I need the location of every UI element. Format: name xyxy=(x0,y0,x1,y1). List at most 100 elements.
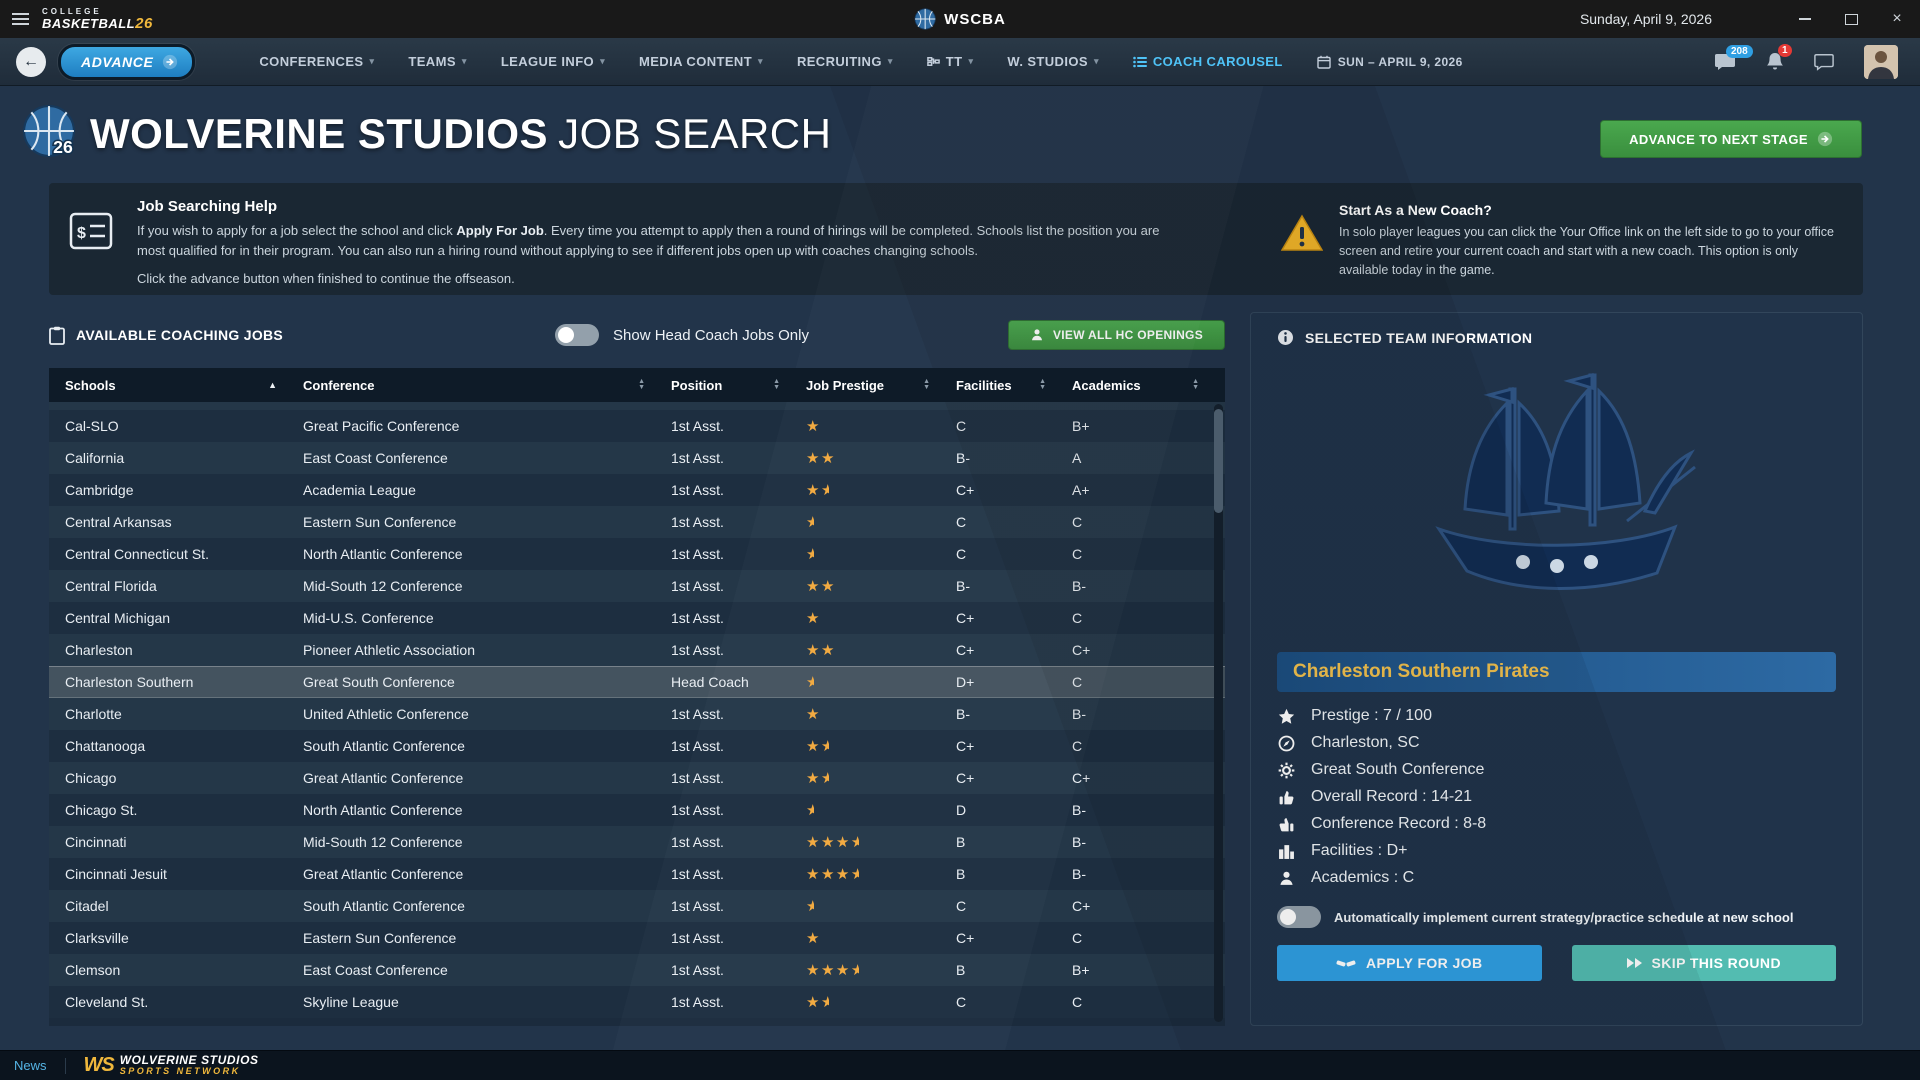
table-row[interactable]: Chicago St.North Atlantic Conference1st … xyxy=(49,794,1225,826)
table-row[interactable]: CincinnatiMid-South 12 Conference1st Ass… xyxy=(49,826,1225,858)
table-row[interactable]: CambridgeAcademia League1st Asst.★★C+A+ xyxy=(49,474,1225,506)
chat-button[interactable] xyxy=(1814,53,1834,71)
nav-teams[interactable]: TEAMS▾ xyxy=(408,54,466,69)
cell-academics: C xyxy=(1056,546,1225,562)
table-row[interactable]: ChicagoGreat Atlantic Conference1st Asst… xyxy=(49,762,1225,794)
column-header-conference[interactable]: Conference▲▼ xyxy=(287,368,655,402)
cell-position: 1st Asst. xyxy=(655,802,790,818)
nav-coach-carousel[interactable]: COACH CAROUSEL xyxy=(1133,54,1283,69)
table-row[interactable]: CharlotteUnited Athletic Conference1st A… xyxy=(49,698,1225,730)
table-row[interactable]: Central FloridaMid-South 12 Conference1s… xyxy=(49,570,1225,602)
info-icon xyxy=(1277,329,1294,346)
cell-prestige: ★★ xyxy=(790,577,940,595)
stat-academics: Academics : C xyxy=(1277,869,1836,887)
nav-media-content[interactable]: MEDIA CONTENT▾ xyxy=(639,54,763,69)
star-icon: ★ xyxy=(821,578,836,595)
cell-conference: North Atlantic Conference xyxy=(287,546,655,562)
table-row[interactable]: Cal Santa BarbaraGreat Pacific Conferenc… xyxy=(49,402,1225,410)
help-panel: $ Job Searching Help If you wish to appl… xyxy=(49,183,1863,295)
close-button[interactable]: × xyxy=(1874,0,1920,38)
cell-academics: B+ xyxy=(1056,418,1225,434)
pirate-ship-icon xyxy=(1407,360,1707,632)
team-section-title: SELECTED TEAM INFORMATION xyxy=(1277,329,1836,346)
star-icon: ★ xyxy=(821,450,836,467)
cell-academics: C+ xyxy=(1056,642,1225,658)
cell-facilities: B xyxy=(940,866,1056,882)
cell-school: Central Michigan xyxy=(49,610,287,626)
table-row[interactable]: CitadelSouth Atlantic Conference1st Asst… xyxy=(49,890,1225,922)
building-icon xyxy=(1277,843,1296,860)
messages-badge: 208 xyxy=(1726,45,1753,58)
nav-league-info[interactable]: LEAGUE INFO▾ xyxy=(501,54,605,69)
notifications-button[interactable]: 1 xyxy=(1766,52,1784,72)
news-link[interactable]: News xyxy=(14,1058,47,1073)
compass-icon xyxy=(1277,735,1296,752)
advance-button[interactable]: ADVANCE xyxy=(58,44,195,80)
jobs-table: Schools▲ Conference▲▼ Position▲▼ Job Pre… xyxy=(49,368,1225,1026)
table-scrollbar-thumb[interactable] xyxy=(1214,409,1223,513)
cell-conference: Great Pacific Conference xyxy=(287,418,655,434)
table-row[interactable]: Central MichiganMid-U.S. Conference1st A… xyxy=(49,602,1225,634)
chevron-down-icon: ▾ xyxy=(968,56,973,67)
star-icon: ★ xyxy=(806,930,821,947)
messages-button[interactable]: 208 xyxy=(1714,53,1736,71)
table-row[interactable]: Cincinnati JesuitGreat Atlantic Conferen… xyxy=(49,858,1225,890)
cell-conference: Mid-South 12 Conference xyxy=(287,578,655,594)
column-header-schools[interactable]: Schools▲ xyxy=(49,368,287,402)
table-row[interactable]: ClemsonEast Coast Conference1st Asst.★★★… xyxy=(49,954,1225,986)
table-row[interactable]: CharlestonPioneer Athletic Association1s… xyxy=(49,634,1225,666)
apply-for-job-button[interactable]: APPLY FOR JOB xyxy=(1277,945,1542,981)
cell-school: Charleston xyxy=(49,642,287,658)
table-row[interactable]: Charleston SouthernGreat South Conferenc… xyxy=(49,666,1225,698)
table-row[interactable]: CaliforniaEast Coast Conference1st Asst.… xyxy=(49,442,1225,474)
table-row[interactable]: Central Connecticut St.North Atlantic Co… xyxy=(49,538,1225,570)
nav-tt[interactable]: TT▾ xyxy=(927,54,974,69)
hamburger-menu-icon[interactable] xyxy=(0,13,40,25)
cell-conference: Pioneer Athletic Association xyxy=(287,642,655,658)
star-icon: ★ xyxy=(806,642,821,659)
star-icon: ★ xyxy=(821,962,836,979)
head-coach-only-toggle[interactable] xyxy=(555,324,599,346)
column-header-job-prestige[interactable]: Job Prestige▲▼ xyxy=(790,368,940,402)
game-logo-year: 26 xyxy=(135,15,153,32)
star-icon: ★ xyxy=(821,642,836,659)
column-header-academics[interactable]: Academics▲▼ xyxy=(1056,368,1225,402)
cell-conference: North Atlantic Conference xyxy=(287,802,655,818)
minimize-button[interactable] xyxy=(1782,0,1828,38)
maximize-button[interactable] xyxy=(1828,0,1874,38)
view-all-hc-openings-button[interactable]: VIEW ALL HC OPENINGS xyxy=(1008,320,1225,350)
table-row[interactable]: ClarksvilleEastern Sun Conference1st Ass… xyxy=(49,922,1225,954)
cell-school: Central Connecticut St. xyxy=(49,546,287,562)
table-scrollbar[interactable] xyxy=(1214,404,1223,1022)
auto-strategy-toggle[interactable] xyxy=(1277,906,1321,928)
back-button[interactable]: ← xyxy=(16,47,46,77)
cell-prestige: ★★★★ xyxy=(790,961,940,979)
column-header-facilities[interactable]: Facilities▲▼ xyxy=(940,368,1056,402)
cell-position: 1st Asst. xyxy=(655,706,790,722)
table-row[interactable]: Cal-SLOGreat Pacific Conference1st Asst.… xyxy=(49,410,1225,442)
advance-to-next-stage-button[interactable]: ADVANCE TO NEXT STAGE xyxy=(1600,120,1862,158)
fast-forward-icon xyxy=(1627,958,1642,968)
app-brand: WSCBA xyxy=(914,8,1006,30)
stat-location: Charleston, SC xyxy=(1277,734,1836,752)
nav-w-studios[interactable]: W. STUDIOS▾ xyxy=(1007,54,1098,69)
nav-recruiting[interactable]: RECRUITING▾ xyxy=(797,54,893,69)
footer: News WS WOLVERINE STUDIOS SPORTS NETWORK xyxy=(0,1050,1920,1080)
skip-this-round-button[interactable]: SKIP THIS ROUND xyxy=(1572,945,1837,981)
avatar[interactable] xyxy=(1864,45,1898,79)
help-title: Job Searching Help xyxy=(137,198,1183,215)
nav-conferences[interactable]: CONFERENCES▾ xyxy=(259,54,374,69)
cell-academics: B- xyxy=(1056,802,1225,818)
table-row[interactable]: ChattanoogaSouth Atlantic Conference1st … xyxy=(49,730,1225,762)
table-row[interactable]: Central ArkansasEastern Sun Conference1s… xyxy=(49,506,1225,538)
selected-team-panel: SELECTED TEAM INFORMATION xyxy=(1250,312,1863,1026)
nav-date[interactable]: SUN – APRIL 9, 2026 xyxy=(1317,55,1463,69)
cell-conference: Great South Conference xyxy=(287,674,655,690)
cell-facilities: D xyxy=(940,802,1056,818)
table-row[interactable]: Cleveland St.Skyline League1st Asst.★★CC xyxy=(49,986,1225,1018)
star-icon: ★ xyxy=(836,834,851,851)
half-star-icon: ★ xyxy=(821,737,829,755)
cell-position: 1st Asst. xyxy=(655,482,790,498)
column-header-position[interactable]: Position▲▼ xyxy=(655,368,790,402)
star-icon: ★ xyxy=(806,578,821,595)
